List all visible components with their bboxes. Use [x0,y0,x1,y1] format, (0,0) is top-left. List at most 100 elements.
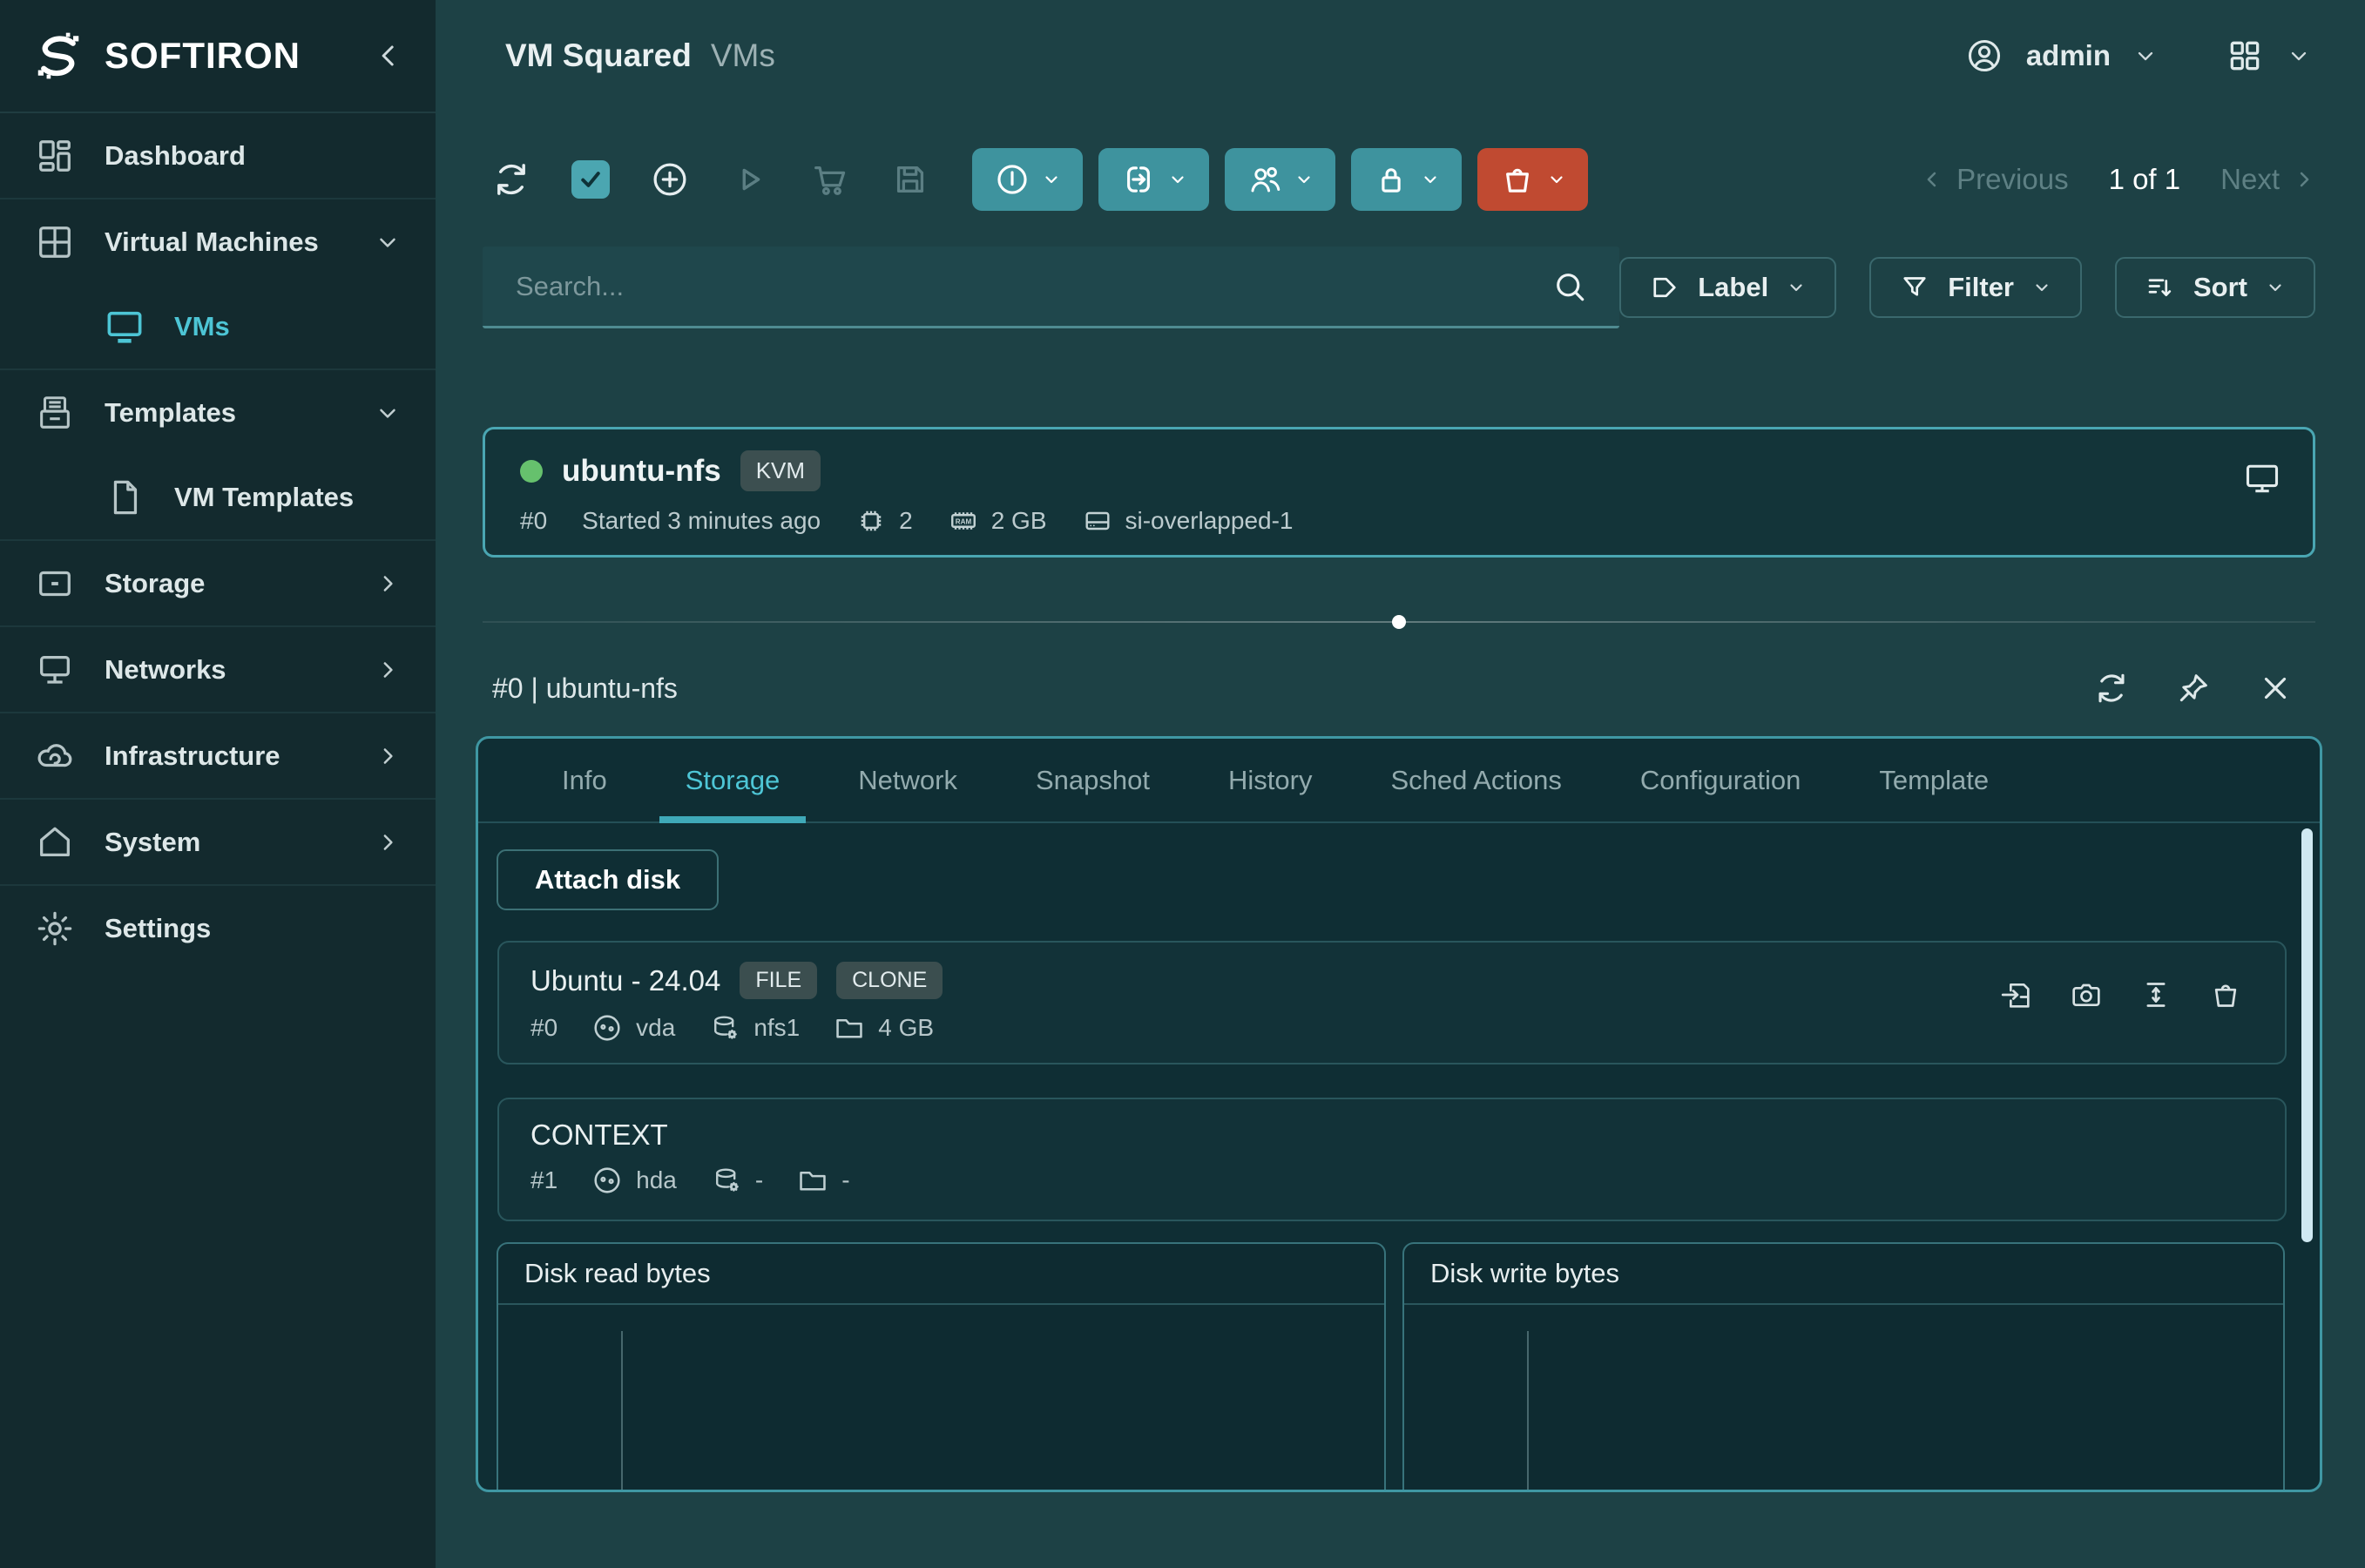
delete-dropdown-button[interactable] [1477,148,1588,211]
panel-scrollbar[interactable] [2301,828,2313,1242]
vm-host-value: si-overlapped-1 [1125,507,1294,535]
select-all-checkbox[interactable] [571,160,610,199]
scroll-handle[interactable] [1392,615,1406,629]
chevron-right-icon [375,743,401,769]
sidebar-item-virtual-machines[interactable]: Virtual Machines [0,199,436,284]
pin-icon[interactable] [2175,670,2212,706]
power-icon [994,161,1030,198]
filter-icon [1899,272,1930,303]
detail-panel: Info Storage Network Snapshot History Sc… [476,736,2322,1492]
tab-configuration[interactable]: Configuration [1614,739,1827,821]
tab-template[interactable]: Template [1853,739,2015,821]
monitor-icon [105,307,145,347]
disk-clone-badge: CLONE [836,962,943,999]
attach-disk-button[interactable]: Attach disk [497,849,719,910]
disk-size-value: 4 GB [878,1014,934,1042]
next-label: Next [2220,163,2280,196]
lock-dropdown-button[interactable] [1351,148,1462,211]
sidebar-item-settings[interactable]: Settings [0,886,436,970]
sidebar-item-system[interactable]: System [0,800,436,886]
chart-disk-write: Disk write bytes [1402,1242,2285,1492]
storage-tab-content: Attach disk Ubuntu - 24.04 FILE CLONE #0… [478,823,2320,1492]
delete-icon[interactable] [2208,977,2243,1012]
user-avatar-icon[interactable] [1965,37,2003,75]
search-box[interactable] [483,247,1619,328]
label-button[interactable]: Label [1619,257,1836,318]
ownership-dropdown-button[interactable] [1225,148,1335,211]
next-page-button[interactable]: Next [2220,163,2316,196]
chevron-down-icon [375,400,401,426]
vm-card-title-row: ubuntu-nfs KVM [520,450,2278,491]
sidebar-item-label: VM Templates [174,482,354,513]
infrastructure-icon [35,736,75,776]
sidebar-item-vm-templates[interactable]: VM Templates [0,455,436,541]
target-socket-icon [591,1164,624,1197]
filter-button[interactable]: Filter [1869,257,2082,318]
virtual-machines-icon [35,222,75,262]
sidebar-item-vms[interactable]: VMs [0,284,436,370]
migrate-dropdown-button[interactable] [1098,148,1209,211]
chevron-down-icon [1041,169,1062,190]
sort-button[interactable]: Sort [2115,257,2315,318]
apps-menu-chevron-icon[interactable] [2287,44,2311,68]
chevron-down-icon [1546,169,1567,190]
target-socket-icon [591,1011,624,1044]
search-row: Label Filter Sort [483,247,2315,328]
file-icon [105,477,145,517]
sort-icon [2145,272,2176,303]
create-icon[interactable] [650,159,690,199]
sidebar-item-infrastructure[interactable]: Infrastructure [0,713,436,800]
cpu-icon [855,505,887,537]
disk-card-context[interactable]: CONTEXT #1 hda - [497,1098,2287,1221]
sidebar-item-templates[interactable]: Templates [0,370,436,455]
chart-plot-area [498,1305,1384,1492]
power-dropdown-button[interactable] [972,148,1083,211]
vm-started: Started 3 minutes ago [582,507,821,535]
search-icon[interactable] [1551,268,1588,305]
save-icon[interactable] [890,159,930,199]
search-input[interactable] [514,270,1551,303]
export-icon[interactable] [1999,977,2034,1012]
sidebar: SOFTIRON Dashboard Virtual Machines VMs … [0,0,436,1568]
templates-icon [35,393,75,433]
tab-network[interactable]: Network [832,739,983,821]
vm-ram: RAM 2 GB [948,505,1047,537]
settings-icon [35,909,75,949]
sidebar-item-label: Storage [105,568,205,599]
folder-icon [796,1164,829,1197]
console-monitor-icon[interactable] [2243,459,2281,497]
sidebar-item-storage[interactable]: Storage [0,541,436,627]
tab-sched-actions[interactable]: Sched Actions [1364,739,1587,821]
refresh-icon[interactable] [2093,670,2130,706]
tab-history[interactable]: History [1202,739,1338,821]
sidebar-item-label: Dashboard [105,140,246,172]
filter-buttons: Label Filter Sort [1619,257,2315,318]
disk-meta-row: #1 hda - - [530,1164,2254,1197]
disk-size: 4 GB [833,1011,934,1044]
refresh-icon[interactable] [491,159,531,199]
close-icon[interactable] [2257,670,2294,706]
migrate-icon [1120,161,1157,198]
toolbar-actions [491,159,930,199]
user-menu-chevron-icon[interactable] [2133,44,2158,68]
sidebar-collapse-icon[interactable] [371,38,406,73]
snapshot-camera-icon[interactable] [2069,977,2104,1012]
sidebar-item-networks[interactable]: Networks [0,627,436,713]
previous-page-button[interactable]: Previous [1920,163,2068,196]
sidebar-item-dashboard[interactable]: Dashboard [0,113,436,199]
tab-snapshot[interactable]: Snapshot [1010,739,1176,821]
apps-grid-icon[interactable] [2226,37,2264,75]
page-title: VM Squared [505,37,692,74]
label-button-text: Label [1698,272,1768,303]
pagination: Previous 1 of 1 Next [1920,163,2316,196]
play-icon[interactable] [730,159,770,199]
resize-icon[interactable] [2139,977,2173,1012]
user-name[interactable]: admin [2026,39,2111,72]
disk-card-ubuntu[interactable]: Ubuntu - 24.04 FILE CLONE #0 vda nfs1 [497,941,2287,1064]
tab-info[interactable]: Info [536,739,633,821]
logo-text: SOFTIRON [105,35,301,77]
tab-storage[interactable]: Storage [659,739,807,821]
chevron-down-icon [1294,169,1314,190]
marketplace-icon[interactable] [810,159,850,199]
vm-list-item[interactable]: ubuntu-nfs KVM #0 Started 3 minutes ago … [483,427,2315,558]
